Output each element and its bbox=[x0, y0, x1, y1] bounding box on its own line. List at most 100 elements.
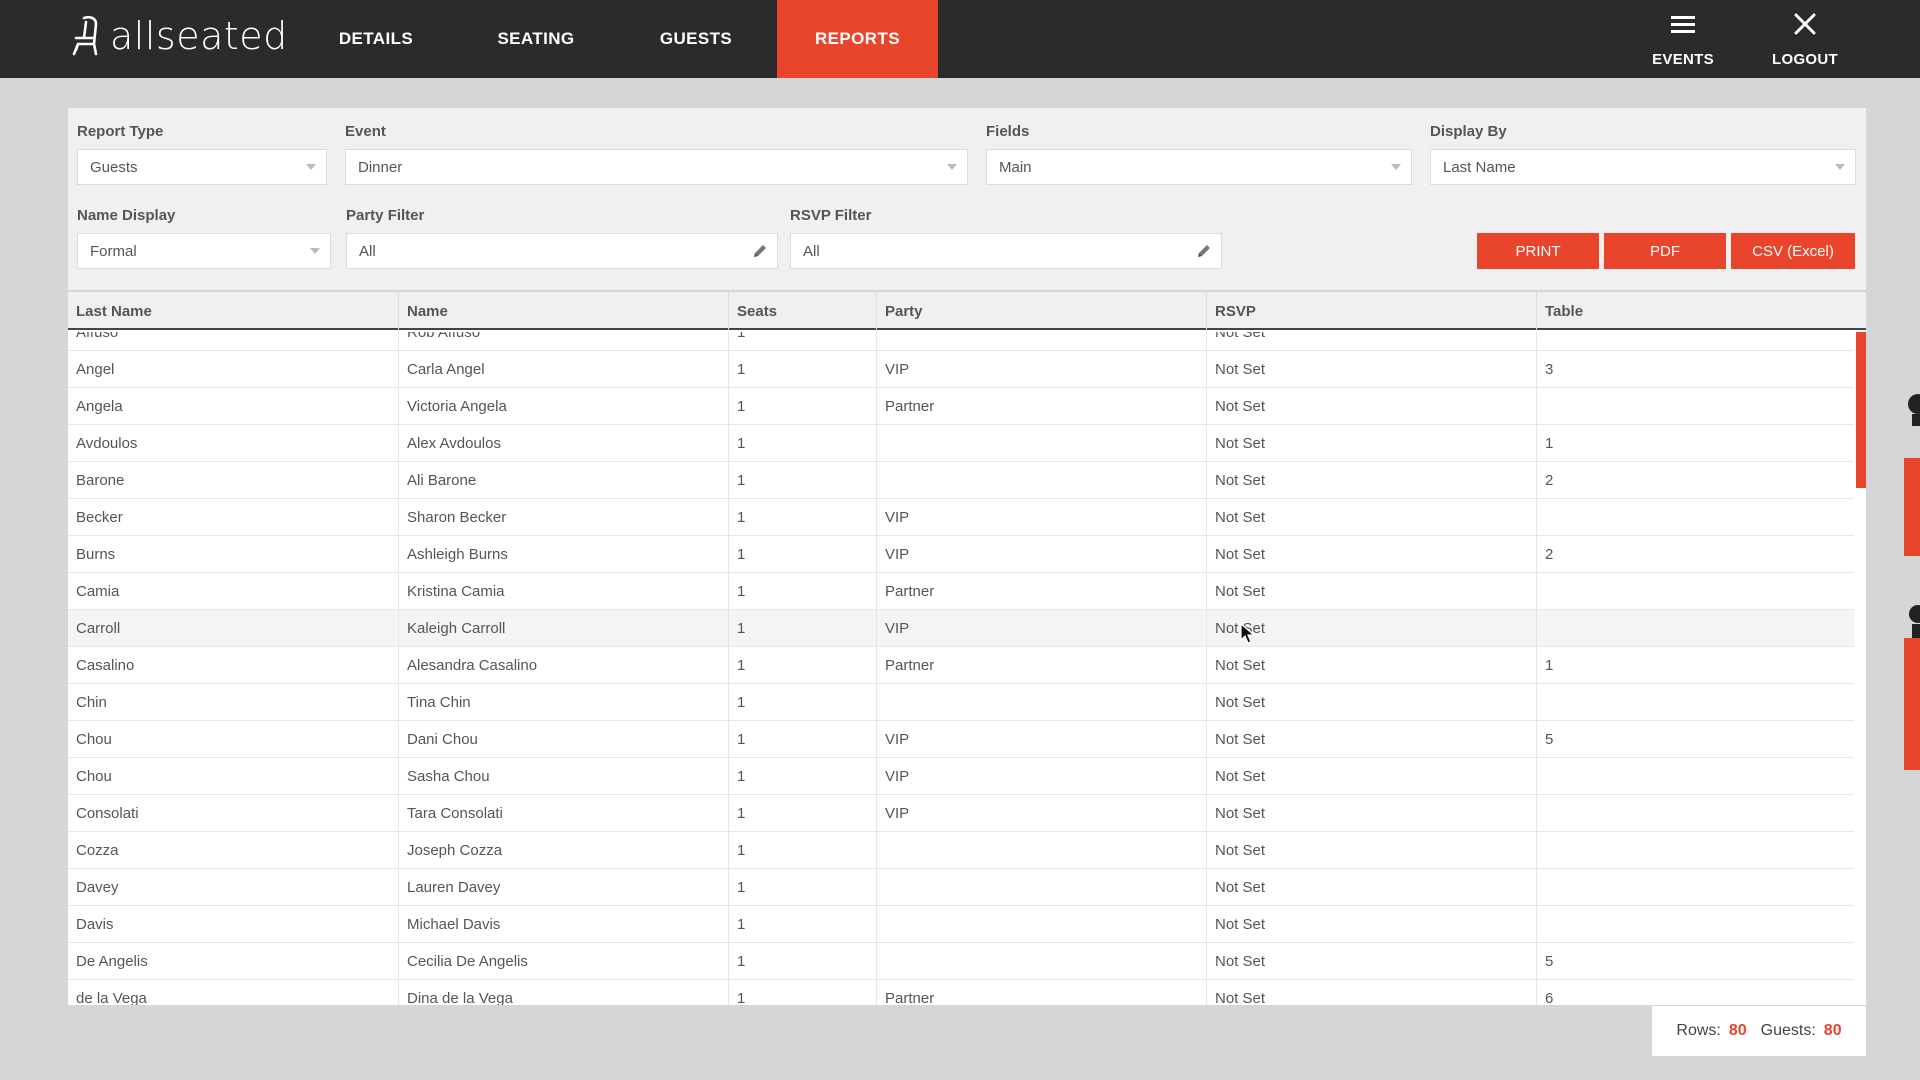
nav-guests[interactable]: GUESTS bbox=[630, 0, 762, 78]
table-row[interactable]: Casalino Alesandra Casalino 1 Partner Not Se… bbox=[68, 647, 1854, 684]
print-button[interactable]: PRINT bbox=[1477, 233, 1599, 269]
table-scrollbar[interactable] bbox=[1856, 332, 1866, 1005]
nav-details[interactable]: DETAILS bbox=[308, 0, 444, 78]
table-row[interactable]: Becker Sharon Becker 1 VIP Not Set bbox=[68, 499, 1854, 536]
column-header-party[interactable]: Party bbox=[877, 292, 1207, 330]
cell-name: Alesandra Casalino bbox=[399, 647, 729, 684]
table-row[interactable]: Angela Victoria Angela 1 Partner Not Set bbox=[68, 388, 1854, 425]
table-row[interactable]: Chin Tina Chin 1 Not Set bbox=[68, 684, 1854, 721]
table-row[interactable]: Barone Ali Barone 1 Not Set 2 bbox=[68, 462, 1854, 499]
logout-button[interactable]: LOGOUT bbox=[1768, 12, 1842, 68]
cell-rsvp: Not Set bbox=[1207, 610, 1537, 647]
side-panel-tab[interactable] bbox=[1904, 638, 1920, 770]
column-header-table[interactable]: Table bbox=[1537, 292, 1854, 330]
cell-last-name: Affuso bbox=[68, 332, 399, 351]
table-row[interactable]: Camia Kristina Camia 1 Partner Not Set bbox=[68, 573, 1854, 610]
cell-party: Partner bbox=[877, 647, 1207, 684]
cell-table: 3 bbox=[1545, 361, 1554, 378]
column-header-name[interactable]: Name bbox=[399, 292, 729, 330]
cell-table: 1 bbox=[1545, 435, 1554, 452]
cell-rsvp: Not Set bbox=[1207, 943, 1537, 980]
event-value: Dinner bbox=[358, 158, 403, 176]
cell-last-name: Angela bbox=[68, 388, 399, 425]
cell-name: Ashleigh Burns bbox=[399, 536, 729, 573]
cell-table bbox=[1537, 795, 1854, 832]
cell-name: Lauren Davey bbox=[399, 869, 729, 906]
fields-select[interactable]: Main bbox=[986, 149, 1412, 185]
table-body[interactable]: Affuso Rob Affuso 1 Not Set Angel Carla Angel… bbox=[68, 332, 1854, 1005]
table-row[interactable]: Davey Lauren Davey 1 Not Set bbox=[68, 869, 1854, 906]
cell-last-name: Chou bbox=[68, 758, 399, 795]
cell-party bbox=[877, 332, 1207, 351]
event-select[interactable]: Dinner bbox=[345, 149, 968, 185]
cell-seats: 1 bbox=[729, 351, 877, 388]
name-display-value: Formal bbox=[90, 242, 137, 260]
cell-name: Victoria Angela bbox=[399, 388, 729, 425]
guests-label: Guests: bbox=[1760, 1022, 1816, 1039]
scrollbar-thumb[interactable] bbox=[1856, 332, 1866, 488]
cell-table bbox=[1537, 573, 1854, 610]
cell-name: Kaleigh Carroll bbox=[399, 610, 729, 647]
chevron-down-icon bbox=[1391, 164, 1401, 170]
cell-party: Partner bbox=[877, 388, 1207, 425]
cell-rsvp: Not Set bbox=[1207, 684, 1537, 721]
cell-last-name: Burns bbox=[68, 536, 399, 573]
table-row[interactable]: Consolati Tara Consolati 1 VIP Not Set bbox=[68, 795, 1854, 832]
display-by-select[interactable]: Last Name bbox=[1430, 149, 1856, 185]
cell-party bbox=[877, 425, 1207, 462]
column-header-seats[interactable]: Seats bbox=[729, 292, 877, 330]
pencil-icon[interactable] bbox=[751, 242, 769, 260]
cell-rsvp: Not Set bbox=[1207, 499, 1537, 536]
table-row[interactable]: Burns Ashleigh Burns 1 VIP Not Set 2 bbox=[68, 536, 1854, 573]
column-header-rsvp[interactable]: RSVP bbox=[1207, 292, 1537, 330]
table-row[interactable]: Carroll Kaleigh Carroll 1 VIP Not Set bbox=[68, 610, 1854, 647]
rsvp-filter-field[interactable]: All bbox=[790, 233, 1222, 269]
nav-seating[interactable]: SEATING bbox=[470, 0, 602, 78]
pdf-button[interactable]: PDF bbox=[1604, 233, 1726, 269]
cell-last-name: Camia bbox=[68, 573, 399, 610]
party-filter-field[interactable]: All bbox=[346, 233, 778, 269]
column-header-last-name[interactable]: Last Name bbox=[68, 292, 399, 330]
cell-rsvp: Not Set bbox=[1207, 795, 1537, 832]
name-display-select[interactable]: Formal bbox=[77, 233, 331, 269]
allseated-logo[interactable]: allseated bbox=[70, 8, 288, 64]
pencil-icon[interactable] bbox=[1195, 242, 1213, 260]
cell-last-name: Barone bbox=[68, 462, 399, 499]
table-row[interactable]: Affuso Rob Affuso 1 Not Set bbox=[68, 332, 1854, 351]
menu-icon bbox=[1671, 16, 1695, 33]
cell-name: Tina Chin bbox=[399, 684, 729, 721]
rows-count: Rows: 80 bbox=[1676, 1022, 1746, 1040]
side-panel-tab[interactable] bbox=[1904, 458, 1920, 556]
table-row[interactable]: de la Vega Dina de la Vega 1 Partner Not Set… bbox=[68, 980, 1854, 1005]
table-row[interactable]: Angel Carla Angel 1 VIP Not Set 3 bbox=[68, 351, 1854, 388]
cell-table bbox=[1537, 499, 1854, 536]
table-row[interactable]: De Angelis Cecilia De Angelis 1 Not Set 5 bbox=[68, 943, 1854, 980]
cell-seats: 1 bbox=[729, 425, 877, 462]
cell-table: 1 bbox=[1545, 657, 1554, 674]
cell-rsvp: Not Set bbox=[1207, 758, 1537, 795]
cell-seats: 1 bbox=[729, 832, 877, 869]
guests-value: 80 bbox=[1823, 1022, 1842, 1039]
events-button[interactable]: EVENTS bbox=[1648, 12, 1718, 68]
table-row[interactable]: Avdoulos Alex Avdoulos 1 Not Set 1 bbox=[68, 425, 1854, 462]
csv-excel-button[interactable]: CSV (Excel) bbox=[1731, 233, 1855, 269]
table-row[interactable]: Davis Michael Davis 1 Not Set bbox=[68, 906, 1854, 943]
cell-party: Partner bbox=[877, 980, 1207, 1005]
cell-last-name: Becker bbox=[68, 499, 399, 536]
cell-seats: 1 bbox=[729, 906, 877, 943]
chevron-down-icon bbox=[306, 164, 316, 170]
cell-party bbox=[877, 462, 1207, 499]
cell-last-name: Angel bbox=[68, 351, 399, 388]
table-row[interactable]: Chou Sasha Chou 1 VIP Not Set bbox=[68, 758, 1854, 795]
nav-reports-active[interactable]: REPORTS bbox=[777, 0, 938, 78]
cell-seats: 1 bbox=[729, 610, 877, 647]
table-row[interactable]: Chou Dani Chou 1 VIP Not Set 5 bbox=[68, 721, 1854, 758]
cell-table bbox=[1537, 610, 1854, 647]
cell-table bbox=[1537, 684, 1854, 721]
cell-rsvp: Not Set bbox=[1207, 869, 1537, 906]
cell-seats: 1 bbox=[729, 332, 877, 351]
report-type-select[interactable]: Guests bbox=[77, 149, 327, 185]
cell-party: VIP bbox=[877, 721, 1207, 758]
table-row[interactable]: Cozza Joseph Cozza 1 Not Set bbox=[68, 832, 1854, 869]
cell-table: 6 bbox=[1545, 990, 1554, 1005]
